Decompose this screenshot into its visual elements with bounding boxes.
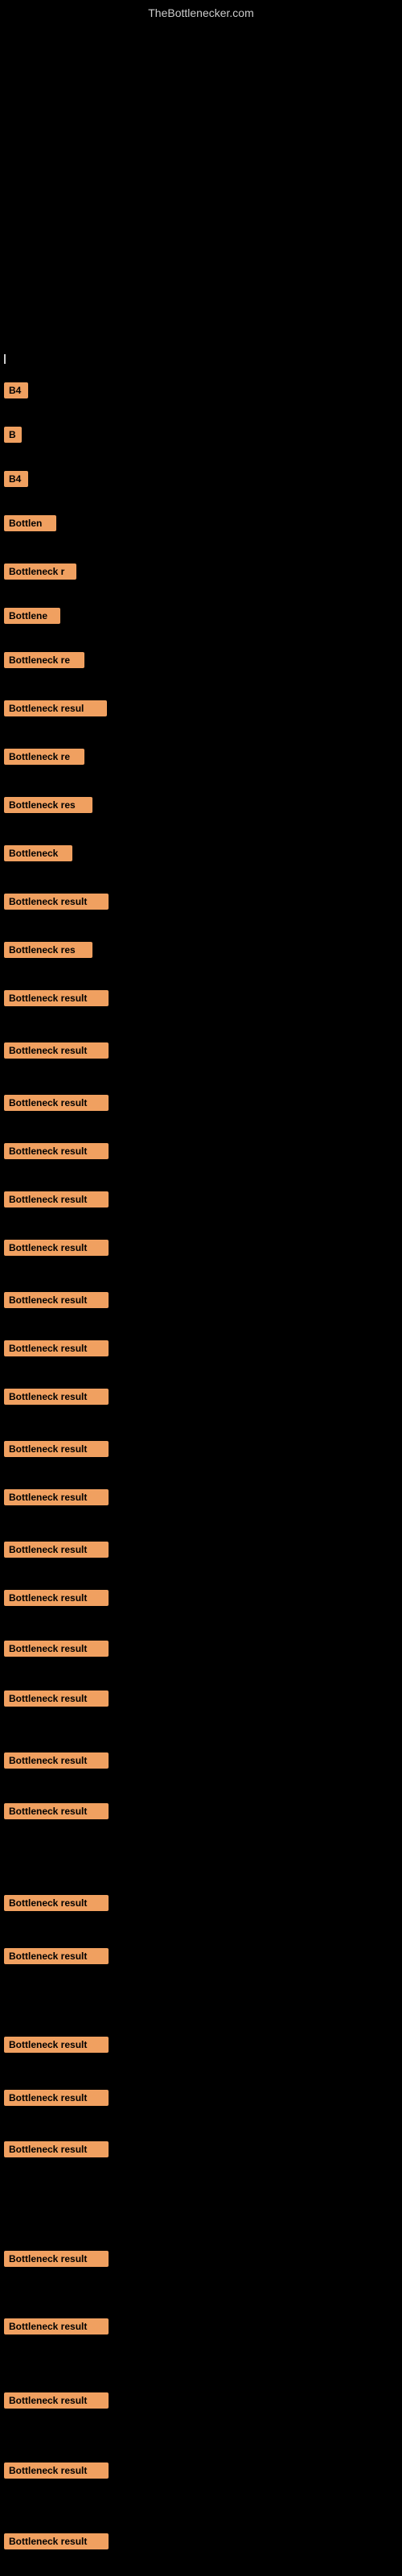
cursor-line: [4, 354, 6, 364]
bottleneck-label: Bottleneck res: [4, 797, 92, 813]
bottleneck-label: Bottleneck result: [4, 2090, 109, 2106]
bottleneck-label: Bottleneck result: [4, 1143, 109, 1159]
bottleneck-label: Bottleneck result: [4, 1240, 109, 1256]
bottleneck-label: Bottleneck result: [4, 1590, 109, 1606]
bottleneck-label: Bottleneck result: [4, 1803, 109, 1819]
bottleneck-label: Bottleneck result: [4, 1690, 109, 1707]
bottleneck-label: Bottleneck result: [4, 1752, 109, 1769]
bottleneck-label: Bottlen: [4, 515, 56, 531]
bottleneck-label: Bottleneck result: [4, 1389, 109, 1405]
bottleneck-label: Bottleneck resul: [4, 700, 107, 716]
bottleneck-label: Bottlene: [4, 608, 60, 624]
bottleneck-label: Bottleneck result: [4, 1641, 109, 1657]
bottleneck-label: Bottleneck result: [4, 2392, 109, 2409]
bottleneck-label: Bottleneck result: [4, 1489, 109, 1505]
bottleneck-label: Bottleneck re: [4, 652, 84, 668]
bottleneck-label: Bottleneck result: [4, 990, 109, 1006]
bottleneck-label: Bottleneck result: [4, 1292, 109, 1308]
bottleneck-label: Bottleneck result: [4, 894, 109, 910]
bottleneck-label: Bottleneck result: [4, 2533, 109, 2549]
bottleneck-label: B: [4, 427, 22, 443]
bottleneck-label: Bottleneck result: [4, 1095, 109, 1111]
bottleneck-label: Bottleneck result: [4, 1895, 109, 1911]
bottleneck-label: Bottleneck result: [4, 2251, 109, 2267]
bottleneck-label: Bottleneck r: [4, 564, 76, 580]
bottleneck-label: Bottleneck result: [4, 2037, 109, 2053]
bottleneck-label: Bottleneck: [4, 845, 72, 861]
bottleneck-label: Bottleneck re: [4, 749, 84, 765]
bottleneck-label: Bottleneck result: [4, 1948, 109, 1964]
bottleneck-label: Bottleneck result: [4, 2462, 109, 2479]
bottleneck-label: B4: [4, 471, 28, 487]
bottleneck-label: Bottleneck result: [4, 2141, 109, 2157]
bottleneck-label: Bottleneck result: [4, 1191, 109, 1208]
bottleneck-label: Bottleneck result: [4, 1042, 109, 1059]
bottleneck-label: B4: [4, 382, 28, 398]
bottleneck-label: Bottleneck result: [4, 2318, 109, 2334]
bottleneck-label: Bottleneck res: [4, 942, 92, 958]
bottleneck-label: Bottleneck result: [4, 1441, 109, 1457]
bottleneck-label: Bottleneck result: [4, 1542, 109, 1558]
bottleneck-label: Bottleneck result: [4, 1340, 109, 1356]
